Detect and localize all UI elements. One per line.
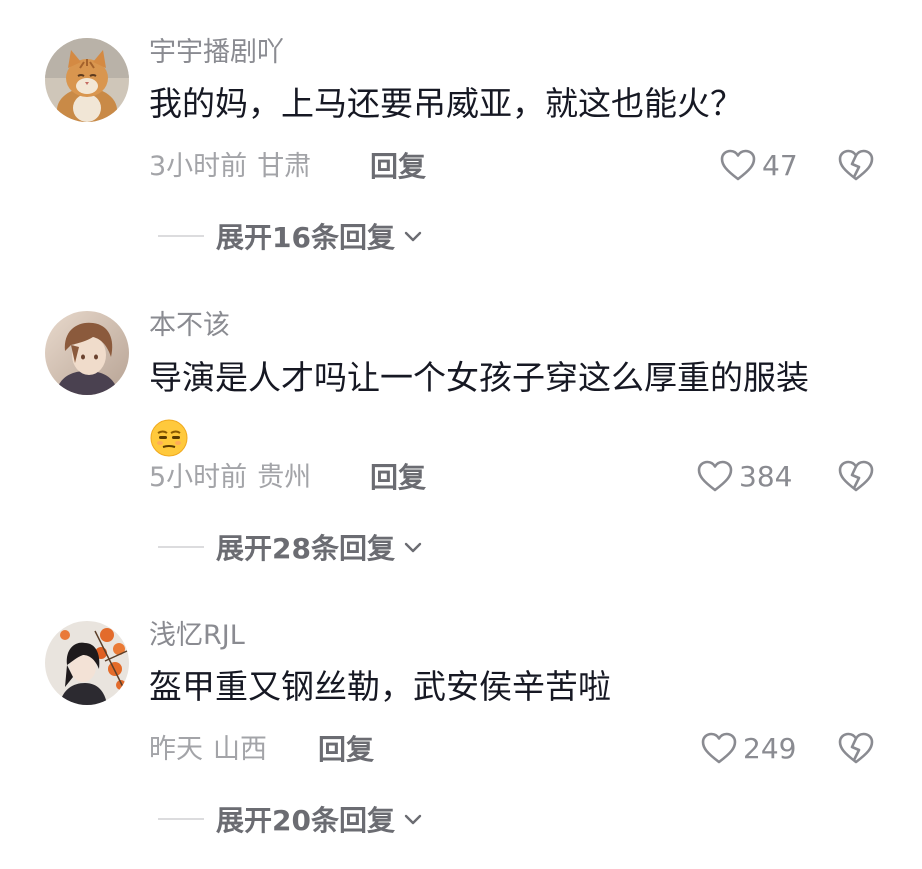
expand-replies-button[interactable]: 展开20条回复 (158, 801, 425, 837)
persimmon-avatar-icon (45, 621, 129, 705)
comment-text: 盔甲重又钢丝勒，武安侯辛苦啦 (149, 667, 611, 706)
comment-meta: 昨天 山西 (149, 733, 267, 767)
like-count: 249 (743, 732, 797, 765)
chevron-down-icon (404, 814, 422, 825)
broken-heart-icon[interactable] (836, 729, 876, 769)
avatar[interactable] (45, 621, 129, 705)
expand-replies-label: 展开20条回复 (216, 804, 395, 837)
comment-time: 昨天 (149, 734, 203, 765)
comment-item: 浅忆RJL 盔甲重又钢丝勒，武安侯辛苦啦 昨天 山西 回复 249 展开20条回复 (0, 0, 922, 869)
heart-outline-icon (701, 732, 737, 764)
comment-location: 山西 (213, 734, 267, 765)
like-button[interactable]: 249 (699, 729, 796, 769)
reply-button[interactable]: 回复 (318, 733, 374, 767)
username[interactable]: 浅忆RJL (149, 619, 245, 653)
divider-line (158, 818, 204, 820)
